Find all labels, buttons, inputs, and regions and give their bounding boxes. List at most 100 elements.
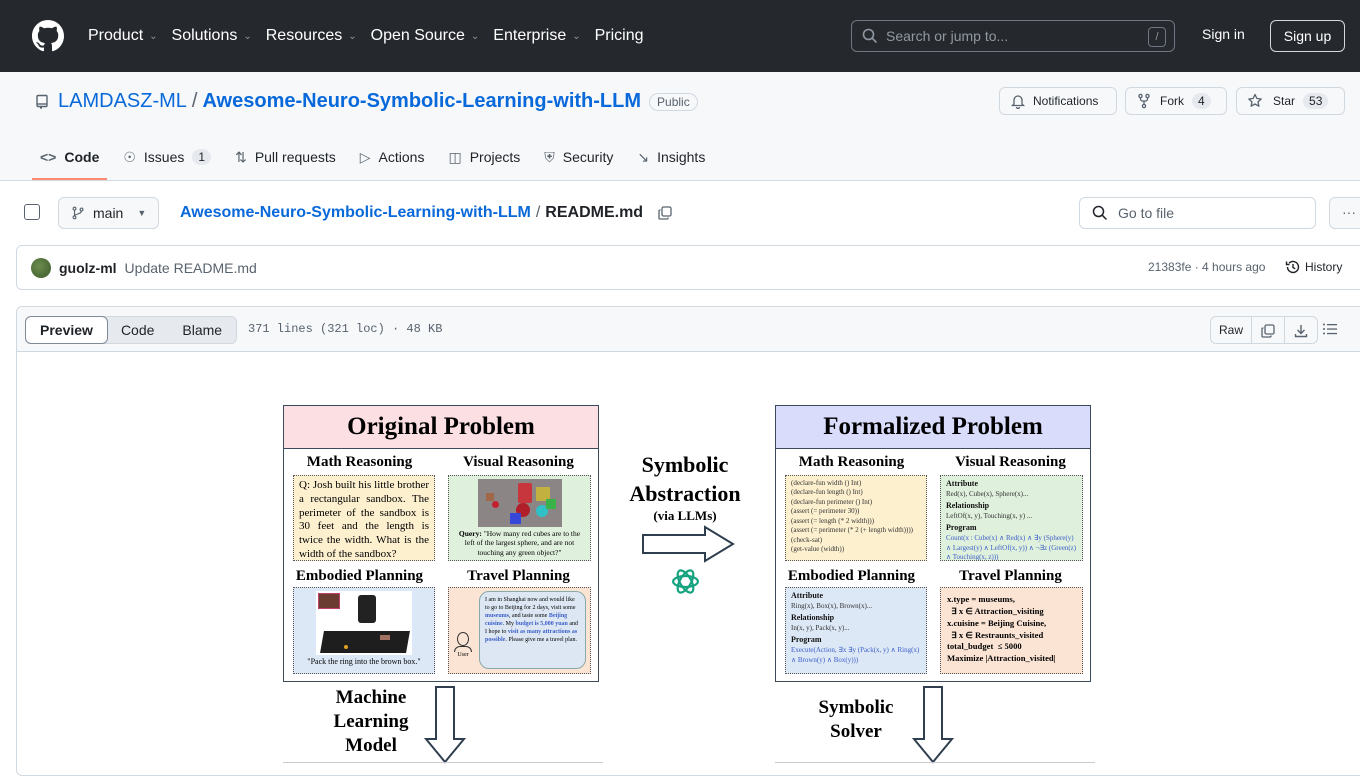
preview-tab[interactable]: Preview	[25, 316, 108, 344]
tab-security[interactable]: ⛨ Security	[536, 140, 621, 174]
view-mode-toggle: Preview Code Blame	[25, 316, 238, 344]
repo-name-link[interactable]: Awesome-Neuro-Symbolic-Learning-with-LLM	[202, 90, 641, 113]
go-to-file-input[interactable]: Go to file	[1079, 197, 1316, 229]
travel-constraint-line: x.type = museums,	[947, 594, 1015, 604]
tab-projects[interactable]: ◫ Projects	[440, 140, 528, 174]
repo-header: LAMDASZ-ML / Awesome-Neuro-Symbolic-Lear…	[0, 72, 1360, 181]
more-options-button[interactable]: ···	[1329, 197, 1360, 229]
sign-in-link[interactable]: Sign in	[1202, 26, 1245, 42]
bell-icon	[1010, 95, 1026, 109]
visual-reasoning-heading: Visual Reasoning	[463, 454, 574, 470]
nav-pricing[interactable]: Pricing	[595, 27, 644, 45]
copy-raw-button[interactable]	[1252, 317, 1286, 343]
right-arrow-icon	[642, 525, 735, 563]
search-icon	[1092, 205, 1108, 221]
branch-icon	[72, 206, 84, 220]
embodied-caption: "Pack the ring into the brown box."	[307, 657, 421, 666]
commit-author-link[interactable]: guolz-ml	[59, 260, 117, 276]
visibility-badge: Public	[649, 92, 698, 111]
caret-down-icon: ▼	[137, 208, 147, 218]
smt-code-line: (check-sat)	[791, 535, 823, 544]
via-llms-label: (via LLMs)	[653, 508, 717, 523]
fork-button[interactable]: Fork 4	[1125, 87, 1227, 115]
sidebar-toggle-icon[interactable]	[24, 204, 40, 220]
formalized-problem-title: Formalized Problem	[776, 406, 1090, 449]
global-header: Product ⌄ Solutions ⌄ Resources ⌄ Open Sour…	[0, 0, 1360, 72]
request-text: , and taste some	[509, 613, 549, 620]
star-button[interactable]: Star 53	[1236, 87, 1345, 115]
embodied-problem-box: "Pack the ring into the brown box."	[293, 587, 435, 674]
highlighted-constraint: budget is 5,000 yuan	[515, 621, 568, 628]
visual-formal-box: Attribute Red(x), Cube(x), Sphere(x)... …	[940, 475, 1083, 561]
math-reasoning-heading: Math Reasoning	[798, 454, 905, 470]
travel-problem-box: User I am in Shanghai now and would like…	[448, 587, 591, 674]
download-icon	[1294, 324, 1308, 338]
down-arrow-icon	[424, 686, 466, 764]
smt-code-line: (declare-fun perimeter () Int)	[791, 497, 873, 506]
file-actions: Raw	[1210, 316, 1319, 344]
avatar[interactable]	[31, 257, 51, 278]
commit-meta[interactable]: 21383fe · 4 hours ago	[1148, 260, 1265, 274]
code-view-tab[interactable]: Code	[107, 317, 168, 343]
request-text: I am in Shanghai now and would like to g…	[485, 597, 576, 612]
travel-constraint-line: total_budget ≤ 5000	[947, 641, 1022, 652]
fork-count: 4	[1192, 93, 1211, 109]
symbolic-abstraction-label: Symbolic Abstraction	[629, 452, 741, 506]
nav-enterprise[interactable]: Enterprise ⌄	[493, 27, 580, 45]
play-icon: ▷	[359, 148, 371, 165]
smt-code-line: (assert (= perimeter 30))	[791, 507, 860, 516]
sign-up-button[interactable]: Sign up	[1270, 20, 1345, 52]
pull-request-icon: ⇅	[235, 148, 247, 165]
bottom-divider	[775, 762, 1095, 763]
github-logo-icon[interactable]	[32, 20, 64, 52]
highlighted-constraint: museums	[485, 613, 510, 620]
smt-code-line: (declare-fun length () Int)	[791, 488, 863, 497]
math-problem-box: Q: Josh built his little brother a recta…	[293, 475, 435, 561]
openai-logo-icon	[672, 569, 699, 594]
visual-problem-box: Query: "How many red cubes are to the le…	[448, 475, 591, 561]
star-count: 53	[1303, 93, 1329, 109]
repo-owner-link[interactable]: LAMDASZ-ML	[58, 90, 187, 113]
tab-issues[interactable]: ☉ Issues 1	[115, 140, 219, 174]
nav-resources[interactable]: Resources ⌄	[266, 27, 357, 45]
chevron-down-icon: ⌄	[348, 30, 357, 42]
travel-constraint-line: ∃ x ∈ Restraunts_visited	[947, 629, 1044, 640]
code-icon: <>	[40, 149, 57, 165]
request-text: . Please give me a travel plan.	[505, 637, 577, 644]
breadcrumb-repo-link[interactable]: Awesome-Neuro-Symbolic-Learning-with-LLM	[180, 204, 531, 222]
copy-path-icon[interactable]	[657, 205, 673, 221]
tab-insights[interactable]: ↘ Insights	[629, 140, 713, 174]
chevron-down-icon: ⌄	[572, 30, 581, 42]
raw-button[interactable]: Raw	[1211, 317, 1253, 343]
file-navigation-bar: main ▼ Awesome-Neuro-Symbolic-Learning-w…	[0, 196, 1360, 230]
machine-learning-model-label: Machine Learning Model	[333, 687, 409, 756]
star-icon	[1248, 93, 1262, 107]
history-icon	[1285, 260, 1300, 274]
embodied-planning-heading: Embodied Planning	[295, 568, 424, 584]
nav-open-source[interactable]: Open Source ⌄	[371, 27, 480, 45]
travel-planning-heading: Travel Planning	[959, 568, 1062, 584]
nav-solutions[interactable]: Solutions ⌄	[172, 27, 252, 45]
download-button[interactable]	[1285, 317, 1317, 343]
clevr-scene-image	[477, 479, 562, 527]
tab-pull-requests[interactable]: ⇅ Pull requests	[227, 140, 344, 174]
formalized-problem-panel: Formalized Problem Math Reasoning Visual…	[775, 405, 1091, 682]
tab-code[interactable]: <> Code	[32, 140, 108, 180]
travel-request-bubble: I am in Shanghai now and would like to g…	[479, 591, 586, 669]
outline-list-icon[interactable]	[1322, 321, 1338, 337]
user-icon: User	[453, 632, 473, 659]
notifications-button[interactable]: Notifications	[999, 87, 1117, 115]
repo-tabs: <> Code ☉ Issues 1 ⇅ Pull requests ▷ Actions …	[32, 140, 721, 180]
bottom-divider	[283, 762, 603, 763]
embodied-planning-heading: Embodied Planning	[787, 568, 916, 584]
chevron-down-icon: ⌄	[470, 30, 480, 42]
global-search-input[interactable]: Search or jump to... /	[851, 20, 1175, 52]
blame-tab[interactable]: Blame	[168, 317, 236, 343]
history-button[interactable]: History	[1285, 259, 1342, 275]
tab-actions[interactable]: ▷ Actions	[352, 140, 433, 174]
branch-selector[interactable]: main ▼	[58, 197, 160, 229]
travel-formal-box: x.type = museums, ∃ x ∈ Attraction_visit…	[940, 587, 1083, 674]
nav-product[interactable]: Product ⌄	[88, 27, 158, 45]
breadcrumb: Awesome-Neuro-Symbolic-Learning-with-LLM…	[180, 204, 673, 222]
commit-message-link[interactable]: Update README.md	[125, 260, 257, 276]
